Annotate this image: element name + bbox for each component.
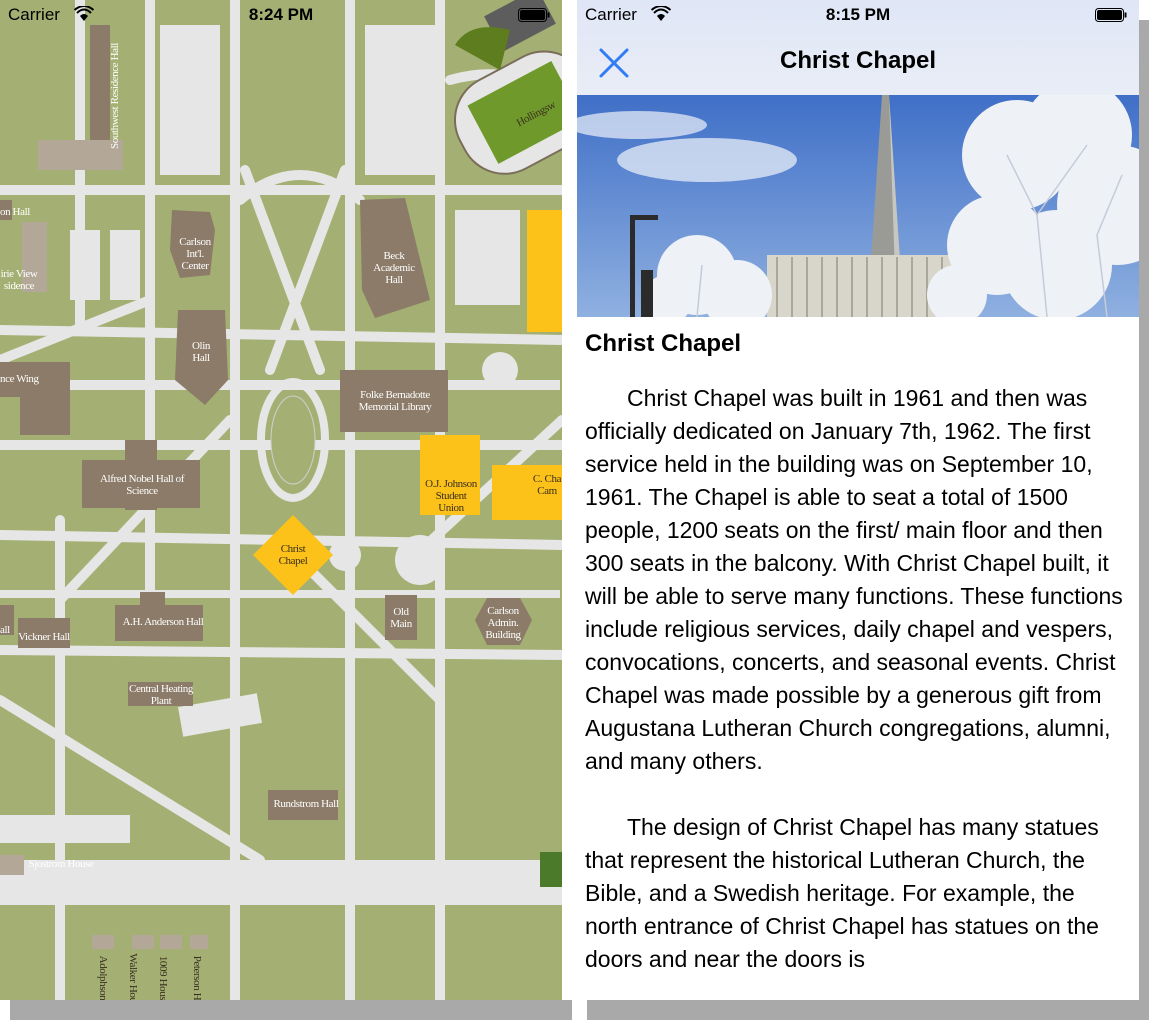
map-label-alfred-nobel[interactable]: Alfred Nobel Hall of Science [98, 473, 186, 497]
status-bar: Carrier 8:24 PM [0, 0, 562, 30]
map-label-rundstrom-hall[interactable]: Rundstrom Hall [270, 798, 342, 810]
chapel-photo [577, 95, 1139, 317]
map-label-c-cha-cam[interactable]: C. Cha Cam [532, 473, 562, 497]
map-label-sjostrom-house[interactable]: Sjostrom House [26, 858, 96, 870]
map-label-all[interactable]: all [0, 624, 10, 636]
map-label-oj-johnson[interactable]: O.J. Johnson Student Union [422, 478, 480, 514]
map-label-1009-house[interactable]: 1009 Hous [157, 953, 169, 1000]
map-label-southwest-residence-hall[interactable]: Southwest Residence Hall [109, 41, 121, 151]
status-time: 8:24 PM [248, 5, 314, 24]
nav-title: Christ Chapel [779, 47, 937, 74]
map-label-carlson-intl-center[interactable]: Carlson Int'l. Center [172, 236, 218, 272]
map-label-science-wing[interactable]: nce Wing [0, 373, 39, 385]
map-label-olin-hall[interactable]: Olin Hall [186, 340, 216, 364]
battery-icon [1095, 8, 1127, 22]
article-paragraph-1: Christ Chapel was built in 1961 and then… [585, 385, 1123, 774]
map-label-vickner-hall[interactable]: Vickner Hall [18, 631, 70, 643]
right-frame-shadow [587, 1000, 1149, 1020]
map-label-carlson-admin[interactable]: Carlson Admin. Building [480, 605, 526, 641]
map-label-beck-academic-hall[interactable]: Beck Academic Hall [368, 250, 420, 286]
map-label-folke-bernadotte[interactable]: Folke Bernadotte Memorial Library [348, 389, 442, 413]
map-label-christ-chapel[interactable]: Christ Chapel [273, 543, 313, 567]
article-heading: Christ Chapel [585, 330, 742, 357]
map-label-anderson-hall[interactable]: A.H. Anderson Hall [117, 616, 209, 628]
left-frame-shadow [10, 1000, 572, 1020]
battery-icon [518, 8, 550, 22]
map-label-old-main[interactable]: Old Main [388, 606, 414, 630]
map-label-hall[interactable]: on Hall [0, 206, 30, 218]
article-paragraph-2: The design of Christ Chapel has many sta… [585, 814, 1099, 972]
map-label-prairie-view[interactable]: irie View sidence [0, 268, 38, 292]
status-bar: Carrier 8:15 PM [577, 0, 1139, 30]
map-label-central-heating[interactable]: Central Heating Plant [126, 683, 196, 707]
detail-screen: Christ Chapel Christ Chapel Christ Chape… [577, 0, 1139, 1000]
article: Christ Chapel Christ Chapel was built in… [585, 330, 1133, 1000]
map-label-adolphson[interactable]: Adolphson [97, 953, 109, 1000]
map-label-walker-house[interactable]: Walker Hou [127, 953, 139, 1000]
status-time: 8:15 PM [825, 5, 891, 24]
campus-map-screen: Southwest Residence Hall on Hall Carlson… [0, 0, 562, 1000]
right-frame-shadow-side [1139, 20, 1149, 1020]
map-label-peterson[interactable]: Peterson H [191, 953, 203, 1000]
